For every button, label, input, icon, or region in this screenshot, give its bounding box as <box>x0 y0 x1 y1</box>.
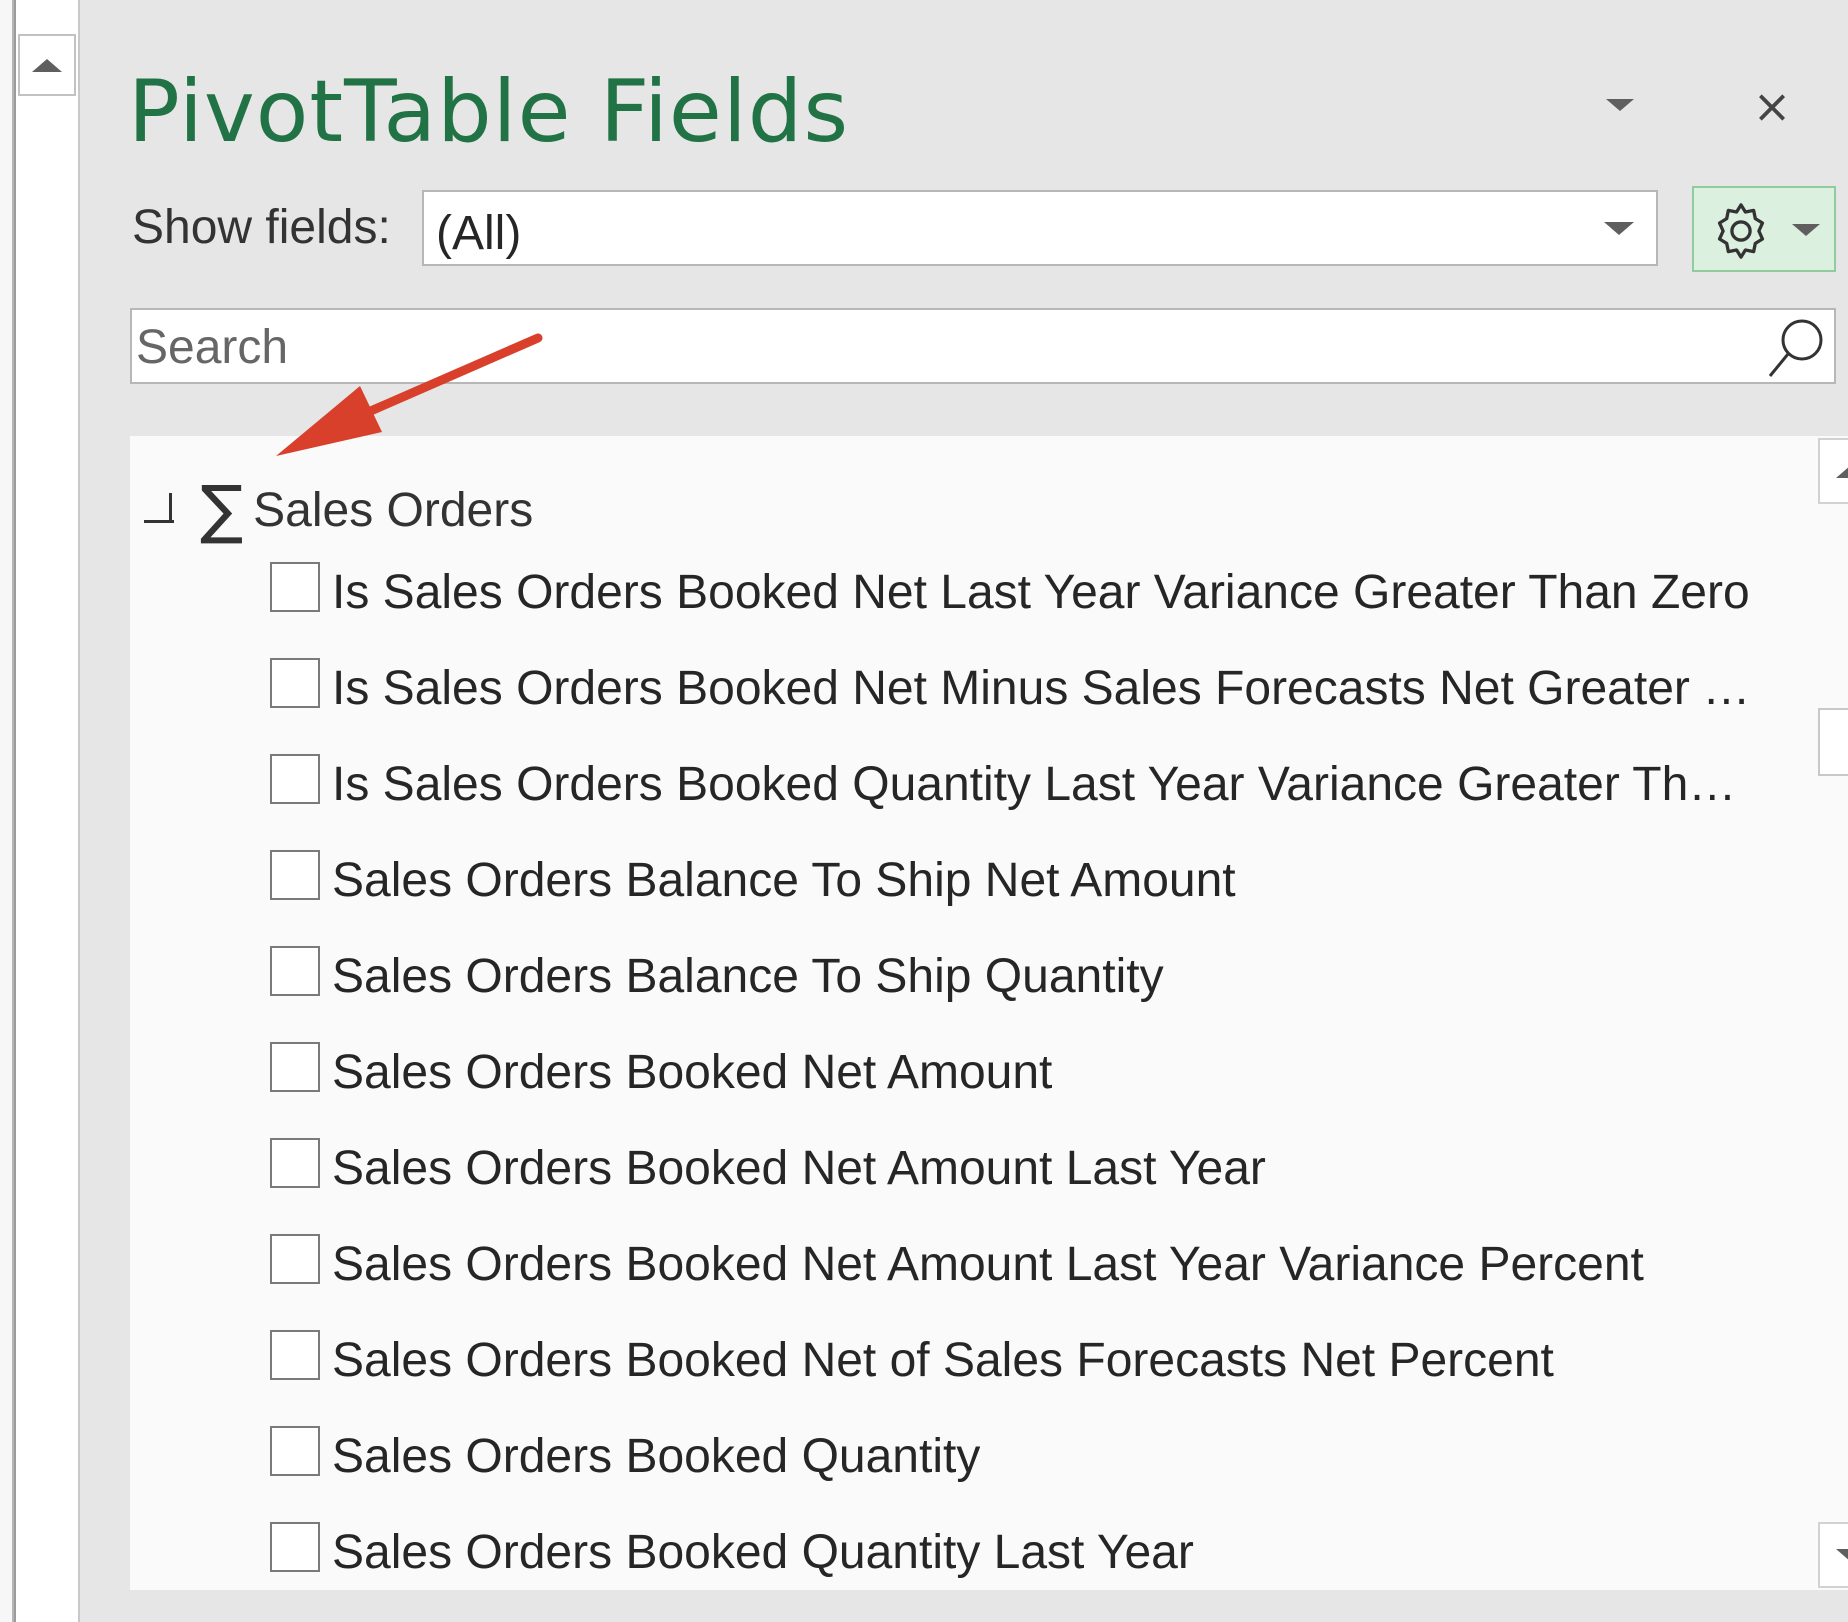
field-checkbox[interactable] <box>270 1138 320 1188</box>
tools-settings-button[interactable] <box>1692 186 1836 272</box>
close-button[interactable]: × <box>1748 82 1796 130</box>
dropdown-arrow-icon <box>1604 222 1634 235</box>
arrow-up-icon <box>1836 464 1848 478</box>
show-fields-dropdown[interactable]: (All) <box>422 190 1658 266</box>
pane-title: PivotTable Fields <box>128 62 850 162</box>
field-item[interactable]: Sales Orders Booked Net Amount <box>270 1024 1848 1120</box>
field-label: Sales Orders Booked Net Amount Last Year… <box>332 1237 1644 1291</box>
search-icon[interactable] <box>1766 314 1830 380</box>
field-label: Sales Orders Balance To Ship Quantity <box>332 949 1164 1003</box>
field-list: ∑ Sales Orders Is Sales Orders Booked Ne… <box>130 436 1848 1590</box>
field-checkbox[interactable] <box>270 1426 320 1476</box>
field-item[interactable]: Sales Orders Booked Quantity <box>270 1408 1848 1504</box>
field-label: Sales Orders Booked Net Amount <box>332 1045 1053 1099</box>
field-item[interactable]: Is Sales Orders Booked Net Minus Sales F… <box>270 640 1848 736</box>
field-item[interactable]: Is Sales Orders Booked Quantity Last Yea… <box>270 736 1848 832</box>
field-checkbox[interactable] <box>270 946 320 996</box>
field-item[interactable]: Sales Orders Booked Net Amount Last Year… <box>270 1216 1848 1312</box>
search-box[interactable] <box>130 308 1836 384</box>
field-item[interactable]: Sales Orders Booked Quantity Last Year <box>270 1504 1848 1600</box>
field-label: Sales Orders Balance To Ship Net Amount <box>332 853 1236 907</box>
field-item[interactable]: Sales Orders Balance To Ship Net Amount <box>270 832 1848 928</box>
chevron-down-icon <box>1792 224 1820 236</box>
field-label: Is Sales Orders Booked Net Last Year Var… <box>332 565 1750 619</box>
field-item[interactable]: Sales Orders Booked Net of Sales Forecas… <box>270 1312 1848 1408</box>
pane-options-button[interactable] <box>1600 90 1640 120</box>
field-label: Sales Orders Booked Quantity <box>332 1429 981 1483</box>
search-input[interactable] <box>132 310 1738 384</box>
arrow-down-icon <box>1836 1548 1848 1562</box>
field-checkbox[interactable] <box>270 754 320 804</box>
field-checkbox[interactable] <box>270 850 320 900</box>
scroll-down-button[interactable] <box>1818 1522 1848 1588</box>
field-list-scrollbar[interactable] <box>1818 436 1848 1590</box>
field-checkbox[interactable] <box>270 658 320 708</box>
field-item[interactable]: Is Sales Orders Booked Net Last Year Var… <box>270 544 1848 640</box>
show-fields-value: (All) <box>436 207 522 260</box>
field-checkbox[interactable] <box>270 562 320 612</box>
worksheet-scroll-up-button[interactable] <box>18 34 76 96</box>
scroll-thumb[interactable] <box>1818 708 1848 776</box>
gear-icon <box>1717 203 1765 259</box>
field-item[interactable]: Sales Orders Balance To Ship Quantity <box>270 928 1848 1024</box>
sigma-icon: ∑ <box>200 473 244 547</box>
field-checkbox[interactable] <box>270 1234 320 1284</box>
field-label: Sales Orders Booked Net Amount Last Year <box>332 1141 1266 1195</box>
chevron-down-icon <box>1606 99 1634 111</box>
scroll-up-button[interactable] <box>1818 438 1848 504</box>
collapse-toggle-icon[interactable] <box>144 493 174 527</box>
field-items: Is Sales Orders Booked Net Last Year Var… <box>270 544 1848 1600</box>
field-label: Is Sales Orders Booked Quantity Last Yea… <box>332 757 1752 811</box>
show-fields-label: Show fields: <box>132 201 391 254</box>
pivottable-fields-pane: PivotTable Fields × Show fields: (All) ∑… <box>80 0 1848 1622</box>
field-item[interactable]: Sales Orders Booked Net Amount Last Year <box>270 1120 1848 1216</box>
worksheet-edge <box>0 0 14 1622</box>
arrow-up-icon <box>32 58 62 72</box>
field-label: Is Sales Orders Booked Net Minus Sales F… <box>332 661 1752 715</box>
worksheet-vertical-scrollbar[interactable] <box>14 0 80 1622</box>
field-label: Sales Orders Booked Net of Sales Forecas… <box>332 1333 1554 1387</box>
field-checkbox[interactable] <box>270 1330 320 1380</box>
field-checkbox[interactable] <box>270 1042 320 1092</box>
field-checkbox[interactable] <box>270 1522 320 1572</box>
field-label: Sales Orders Booked Quantity Last Year <box>332 1525 1194 1579</box>
group-label: Sales Orders <box>253 483 534 537</box>
table-group-sales-orders[interactable]: ∑ Sales Orders <box>144 473 534 547</box>
